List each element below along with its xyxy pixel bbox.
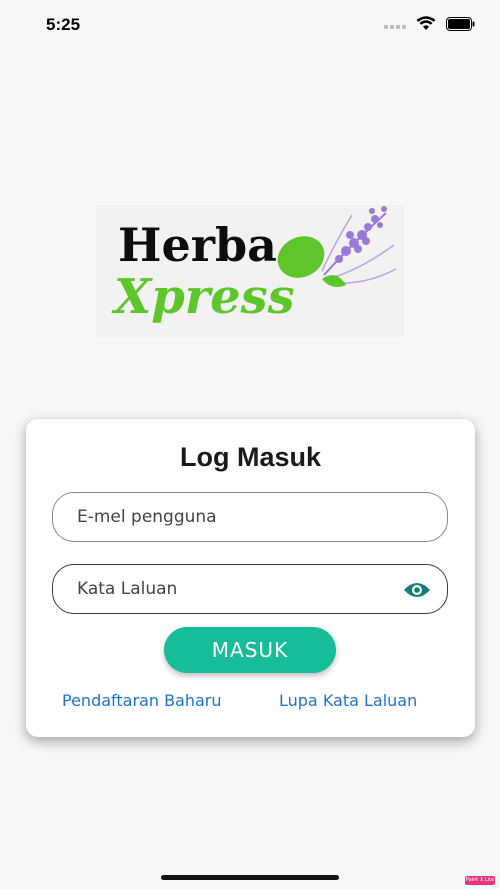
watermark-badge: Paint X Lite (465, 876, 495, 885)
status-icons (384, 16, 476, 31)
email-field[interactable] (52, 492, 448, 542)
login-title: Log Masuk (179, 442, 321, 472)
login-card: Log Masuk MASUK Pendaftaran Baharu Lupa … (26, 419, 475, 737)
signal-icon (384, 19, 406, 29)
logo-image: Herba Xpress (111, 206, 397, 325)
status-time: 5:25 (46, 15, 81, 34)
svg-text:Xpress: Xpress (111, 269, 295, 325)
password-input[interactable] (77, 565, 397, 613)
battery-icon (446, 16, 475, 31)
login-button[interactable]: MASUK (164, 627, 336, 673)
home-indicator[interactable] (161, 875, 339, 880)
register-link[interactable]: Pendaftaran Baharu (62, 691, 222, 710)
forgot-password-link[interactable]: Lupa Kata Laluan (279, 691, 417, 710)
wifi-icon (416, 16, 436, 30)
svg-text:Herba: Herba (118, 218, 277, 272)
eye-icon[interactable] (403, 580, 431, 600)
password-field[interactable] (52, 564, 448, 614)
status-bar: 5:25 (0, 0, 500, 50)
herbaxpress-logo: Herba Xpress (96, 205, 404, 337)
lavender-icon (321, 206, 397, 284)
email-input[interactable] (77, 493, 397, 541)
